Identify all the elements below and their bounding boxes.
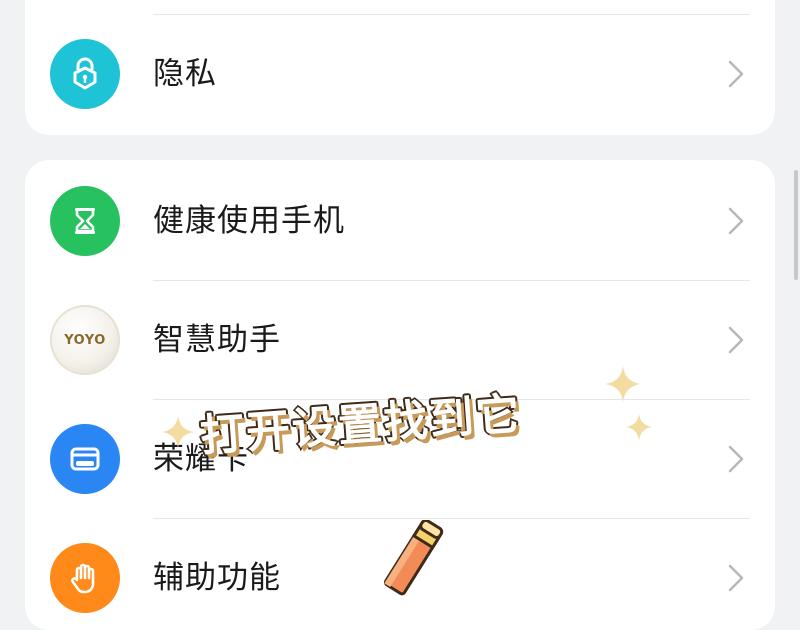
settings-item-label: 智慧助手: [153, 322, 281, 358]
wallet-card-icon: [50, 424, 120, 494]
settings-item-label: 健康使用手机: [153, 203, 345, 239]
settings-item-smart-assistant[interactable]: YOYO 智慧助手: [25, 281, 775, 399]
settings-item-label: 隐私: [153, 56, 217, 92]
settings-item-label: 辅助功能: [153, 560, 281, 596]
chevron-right-icon: [728, 564, 744, 592]
pencil-icon: [383, 520, 444, 596]
settings-item-digital-balance[interactable]: 健康使用手机: [25, 162, 775, 280]
privacy-lock-icon: [50, 39, 120, 109]
chevron-right-icon: [728, 60, 744, 88]
hourglass-icon: [50, 186, 120, 256]
scrollbar[interactable]: [794, 170, 798, 280]
settings-card-top: 隐私: [25, 0, 775, 135]
chevron-right-icon: [728, 326, 744, 354]
settings-item-privacy[interactable]: 隐私: [25, 15, 775, 133]
yoyo-logo-text: YOYO: [64, 332, 106, 348]
yoyo-logo-icon: YOYO: [50, 305, 120, 375]
sparkle-icon: [605, 366, 641, 402]
hand-icon: [50, 543, 120, 613]
sparkle-icon: [161, 415, 195, 449]
chevron-right-icon: [728, 445, 744, 473]
chevron-right-icon: [728, 207, 744, 235]
sparkle-icon: [625, 413, 653, 441]
